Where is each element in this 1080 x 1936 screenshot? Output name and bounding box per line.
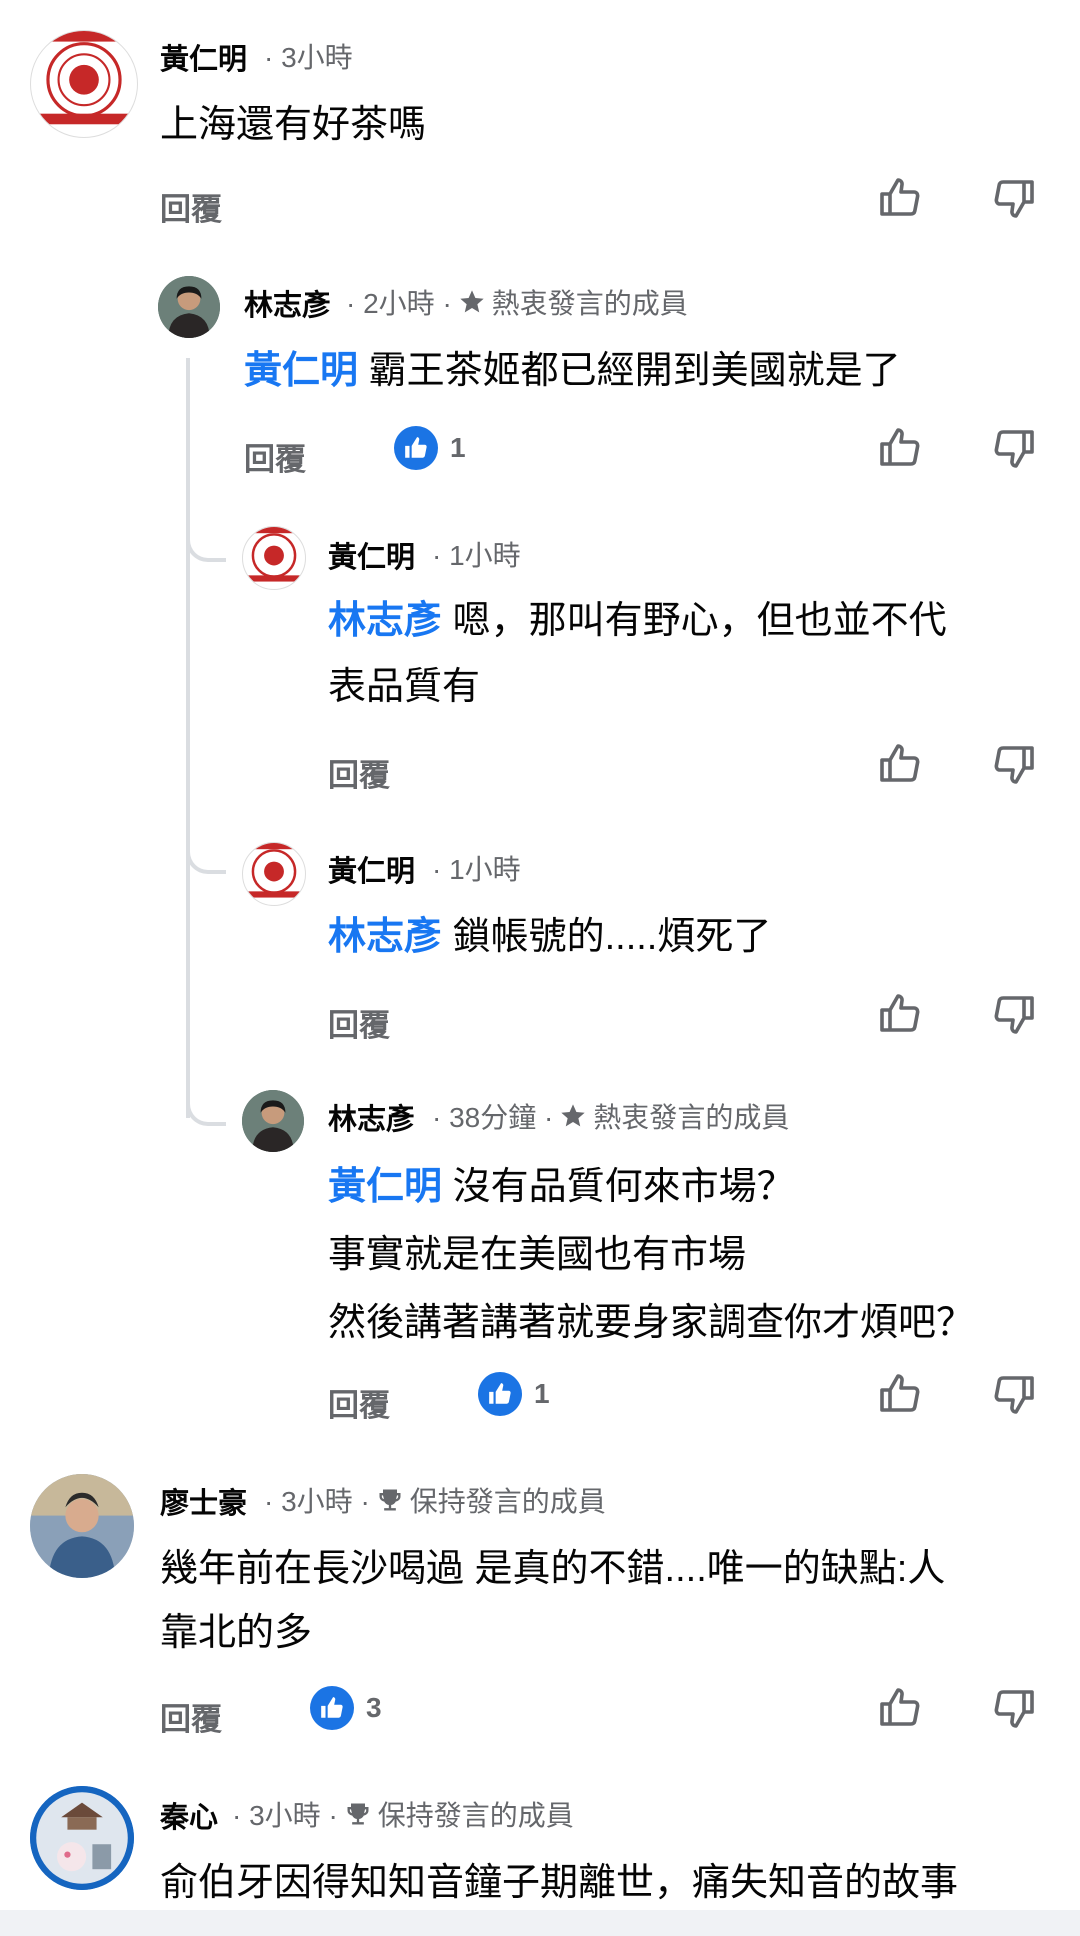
star-icon [458,288,486,316]
downvote-icon[interactable] [990,174,1038,222]
reply-button[interactable]: 回覆 [244,434,306,479]
upvote-icon[interactable] [876,990,924,1038]
comment-text-line: 事實就是在美國也有市場 [328,1234,747,1276]
reaction-summary[interactable]: 1 [394,426,466,470]
comment-body: 林志彥 嗯，那叫有野心，但也並不代 [328,590,947,652]
mention-link[interactable]: 林志彥 [328,916,442,958]
reaction-count: 1 [450,432,466,463]
thread-branch-curve [186,832,226,874]
seal-logo-icon [243,843,305,898]
upvote-icon[interactable] [876,174,924,222]
star-icon [559,1102,587,1130]
mention-link[interactable]: 黃仁明 [244,350,358,392]
comment-time: · 3小時 [264,36,353,76]
upvote-icon[interactable] [876,1370,924,1418]
comment-time-label: · 3小時 [264,42,353,73]
member-badge: 熱衷發言的成員 [593,1102,790,1133]
avatar[interactable] [158,276,220,338]
comment-body: 上海還有好茶嗎 [160,104,427,146]
mention-link[interactable]: 黃仁明 [328,1166,442,1208]
reaction-summary[interactable]: 1 [478,1372,550,1416]
comment-body: 黃仁明 霸王茶姬都已經開到美國就是了 [244,340,901,402]
avatar[interactable] [30,1786,134,1890]
reply-button[interactable]: 回覆 [160,1694,222,1739]
person-photo-icon [30,1786,134,1890]
member-badge: 保持發言的成員 [409,1486,606,1517]
comment-meta: · 3小時 · 保持發言的成員 [232,1794,574,1834]
member-badge: 熱衷發言的成員 [491,288,688,319]
comment-time-label: · 2小時 · [346,288,452,319]
comment-time-label: · 3小時 · [264,1486,370,1517]
thread-branch-curve [186,1084,226,1126]
downvote-icon[interactable] [990,990,1038,1038]
reply-button[interactable]: 回覆 [328,750,390,795]
trophy-icon [376,1486,404,1514]
comment-author[interactable]: 林志彥 [244,282,331,324]
comment-text: 霸王茶姬都已經開到美國就是了 [368,350,901,392]
comment-author[interactable]: 黃仁明 [328,534,415,576]
avatar[interactable] [242,1090,304,1152]
like-reaction-icon [394,426,438,470]
comment-time-label: · 1小時 [432,854,521,885]
reaction-count: 3 [366,1692,382,1723]
comment-author[interactable]: 秦心 [160,1794,218,1836]
comment-body: 俞伯牙因得知知音鐘子期離世，痛失知音的故事 [160,1862,959,1904]
like-reaction-icon [478,1372,522,1416]
mention-link[interactable]: 林志彥 [328,600,442,642]
comment-text-line: 沒有品質何來市場？ [452,1166,795,1208]
avatar[interactable] [242,526,306,590]
comment-text-line: 表品質有 [328,666,481,708]
person-photo-icon [30,1474,134,1578]
comment-body: 黃仁明 沒有品質何來市場？ [328,1156,795,1218]
upvote-icon[interactable] [876,740,924,788]
reply-button[interactable]: 回覆 [328,1000,390,1045]
comment-time: · 1小時 [432,534,521,574]
comment-text-line: 幾年前在長沙喝過 是真的不錯....唯一的缺點:人 [160,1548,946,1590]
upvote-icon[interactable] [876,1684,924,1732]
avatar[interactable] [30,30,138,138]
downvote-icon[interactable] [990,1370,1038,1418]
comment-text-line: 嗯，那叫有野心，但也並不代 [452,600,947,642]
trophy-icon [344,1800,372,1828]
reaction-summary[interactable]: 3 [310,1686,382,1730]
comment-meta: · 3小時 · 保持發言的成員 [264,1480,606,1520]
reply-button[interactable]: 回覆 [328,1380,390,1425]
comment-meta: · 2小時 · 熱衷發言的成員 [346,282,688,322]
comment-time: · 1小時 [432,848,521,888]
seal-logo-icon [31,31,137,136]
avatar[interactable] [30,1474,134,1578]
comment-author[interactable]: 林志彥 [328,1096,415,1138]
person-photo-icon [242,1090,304,1152]
comment-author[interactable]: 黃仁明 [328,848,415,890]
comment-author[interactable]: 廖士豪 [160,1480,247,1522]
comment-time-label: · 3小時 · [232,1800,338,1831]
like-reaction-icon [310,1686,354,1730]
thread-branch-curve [186,520,226,562]
reaction-count: 1 [534,1378,550,1409]
comment-meta: · 38分鐘 · 熱衷發言的成員 [432,1096,789,1136]
comment-time-label: · 1小時 [432,540,521,571]
upvote-icon[interactable] [876,424,924,472]
comment-text-line: 然後講著講著就要身家調查你才煩吧？ [328,1302,975,1344]
bottom-edge [0,1910,1080,1936]
downvote-icon[interactable] [990,740,1038,788]
thread-line [186,358,190,1118]
reply-button[interactable]: 回覆 [160,184,222,229]
downvote-icon[interactable] [990,1684,1038,1732]
comment-body: 林志彥 鎖帳號的.....煩死了 [328,906,771,968]
comment-time-label: · 38分鐘 · [432,1102,554,1133]
avatar[interactable] [242,842,306,906]
downvote-icon[interactable] [990,424,1038,472]
comment-text-line: 靠北的多 [160,1612,313,1654]
comment-author[interactable]: 黃仁明 [160,36,247,78]
seal-logo-icon [243,527,305,582]
person-photo-icon [158,276,220,338]
comment-text: 鎖帳號的.....煩死了 [452,916,772,958]
member-badge: 保持發言的成員 [377,1800,574,1831]
